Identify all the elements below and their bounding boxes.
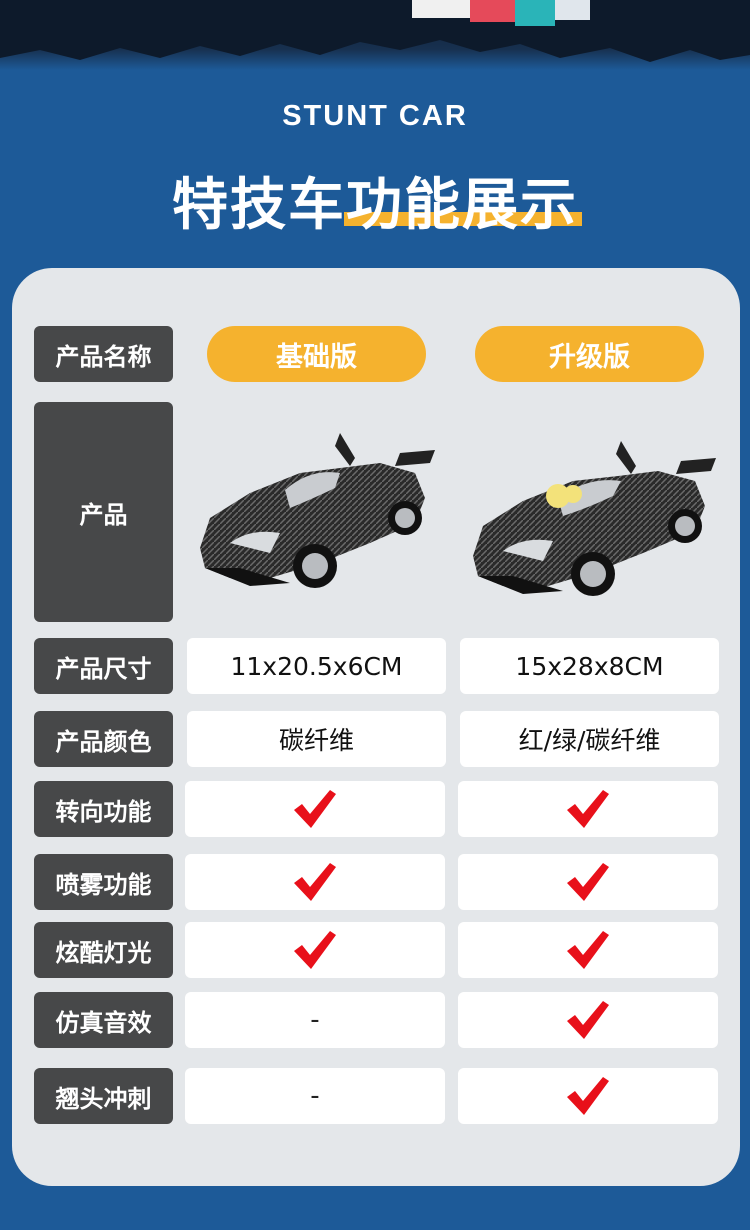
basic-steering-cell	[185, 781, 445, 837]
stunt-car-heading: STUNT CAR	[282, 100, 468, 132]
label-color: 产品颜色	[34, 711, 173, 767]
checkmark-icon	[567, 1001, 609, 1039]
checkmark-icon	[567, 790, 609, 828]
checkmark-icon	[294, 863, 336, 901]
page-title: 特技车功能展示	[172, 173, 578, 238]
basic-color-cell: 碳纤维	[187, 711, 446, 767]
not-supported-dash: -	[310, 1081, 320, 1111]
basic-spray-cell	[185, 854, 445, 910]
basic-car-image	[200, 433, 435, 588]
upgrade-wheelie-cell	[458, 1068, 718, 1124]
upgrade-car-image	[473, 441, 716, 596]
upgrade-steering-cell	[458, 781, 718, 837]
not-supported-dash: -	[310, 1005, 320, 1035]
label-steering: 转向功能	[34, 781, 173, 837]
checkmark-icon	[294, 790, 336, 828]
upgrade-sound-cell	[458, 992, 718, 1048]
upgrade-spray-cell	[458, 854, 718, 910]
upgrade-lights-cell	[458, 922, 718, 978]
label-size: 产品尺寸	[34, 638, 173, 694]
label-spray: 喷雾功能	[34, 854, 173, 910]
label-sound: 仿真音效	[34, 992, 173, 1048]
basic-lights-cell	[185, 922, 445, 978]
checkmark-icon	[567, 1077, 609, 1115]
basic-sound-cell: -	[185, 992, 445, 1048]
label-product-name: 产品名称	[34, 326, 173, 382]
label-product: 产品	[34, 402, 173, 622]
label-lights: 炫酷灯光	[34, 922, 173, 978]
basic-size-cell: 11x20.5x6CM	[187, 638, 446, 694]
upgrade-color-cell: 红/绿/碳纤维	[460, 711, 719, 767]
torn-paper-header	[0, 0, 750, 70]
checkmark-icon	[567, 863, 609, 901]
checkmark-icon	[567, 931, 609, 969]
upgrade-size-cell: 15x28x8CM	[460, 638, 719, 694]
column-basic-pill: 基础版	[207, 326, 426, 382]
checkmark-icon	[294, 931, 336, 969]
basic-wheelie-cell: -	[185, 1068, 445, 1124]
label-wheelie: 翘头冲刺	[34, 1068, 173, 1124]
column-upgrade-pill: 升级版	[475, 326, 704, 382]
